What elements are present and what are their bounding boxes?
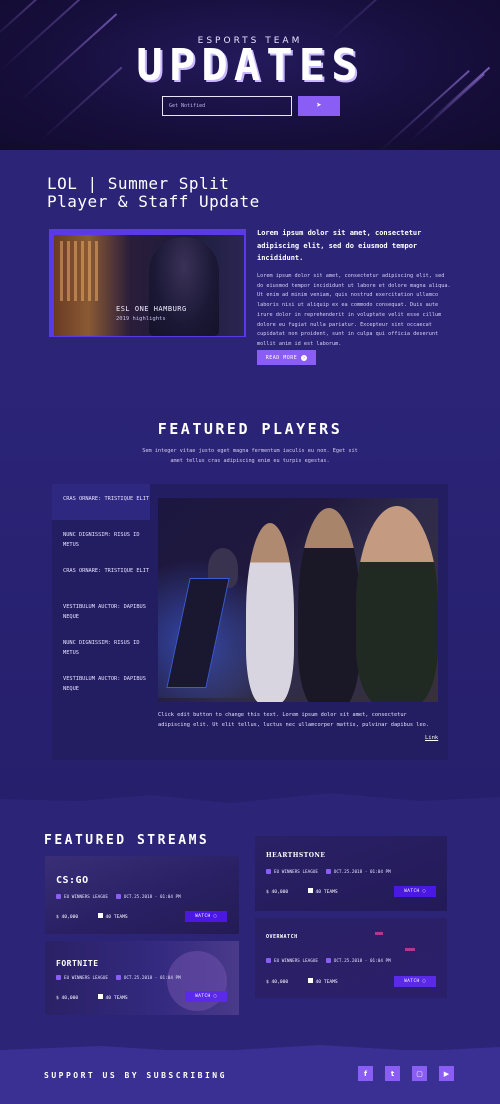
twitch-icon: ▢ bbox=[213, 994, 217, 999]
send-button[interactable]: ➤ bbox=[298, 96, 340, 116]
stream-stats: $ 40,000 40 TEAMS bbox=[266, 888, 338, 895]
hero-banner: ESPORTS TEAM UPDATES ➤ bbox=[0, 0, 500, 150]
news-lead: Lorem ipsum dolor sit amet, consectetur … bbox=[257, 229, 422, 262]
twitter-icon[interactable]: t bbox=[385, 1066, 400, 1081]
calendar-icon bbox=[115, 894, 121, 899]
footer-wave-divider bbox=[0, 1045, 500, 1056]
players-subtitle: Sem integer vitae justo eget magna ferme… bbox=[142, 448, 358, 464]
arrow-right-icon: › bbox=[301, 354, 308, 361]
news-image[interactable]: ESL ONE HAMBURG 2019 highlights bbox=[54, 235, 244, 336]
stream-meta: EU WINNERS LEAGUE OCT.25.2018 - 01:04 PM bbox=[56, 975, 181, 981]
player-tab[interactable]: NUNC DIGNISSIM: RISUS ID METUS bbox=[52, 628, 150, 664]
players-tab-list: CRAS ORNARE: TRISTIQUE ELIT NUNC DIGNISS… bbox=[52, 484, 150, 760]
twitch-icon: ▢ bbox=[422, 979, 426, 984]
trophy-icon bbox=[307, 978, 313, 983]
paper-plane-icon: ➤ bbox=[316, 101, 322, 111]
twitch-icon: ▢ bbox=[213, 914, 217, 919]
trophy-icon bbox=[56, 894, 61, 899]
calendar-icon bbox=[325, 958, 331, 963]
read-more-button[interactable]: READ MORE › bbox=[257, 350, 316, 365]
fortnite-logo: FORTNITE bbox=[56, 959, 99, 968]
trophy-icon bbox=[56, 975, 61, 980]
facebook-icon[interactable]: f bbox=[358, 1066, 373, 1081]
notify-input[interactable] bbox=[162, 96, 292, 116]
player-tab[interactable]: NUNC DIGNISSIM: RISUS ID METUS bbox=[52, 520, 150, 556]
player-tab[interactable]: CRAS ORNARE: TRISTIQUE ELIT bbox=[52, 484, 150, 520]
news-section: LOL | Summer Split Player & Staff Update… bbox=[0, 150, 500, 400]
notify-form: ➤ bbox=[162, 96, 340, 116]
player-tab[interactable]: CRAS ORNARE: TRISTIQUE ELIT bbox=[52, 556, 150, 592]
subscribe-footer: SUPPORT US BY SUBSCRIBING f t ▢ ▶ bbox=[0, 1045, 500, 1104]
player-tab[interactable]: VESTIBULUM AUCTOR: DAPIBUS NEQUE bbox=[52, 664, 150, 700]
trophy-icon bbox=[97, 994, 103, 999]
calendar-icon bbox=[115, 975, 121, 980]
players-photo bbox=[158, 498, 438, 702]
trophy-icon bbox=[266, 869, 271, 874]
news-body: Lorem ipsum dolor sit amet, consectetur … bbox=[257, 273, 451, 347]
overwatch-logo: OVERWATCH bbox=[266, 934, 298, 940]
stream-stats: $ 40,000 40 TEAMS bbox=[56, 913, 128, 920]
news-image-caption-title: ESL ONE HAMBURG bbox=[116, 305, 187, 313]
featured-streams-section: FEATURED STREAMS CS:GO EU WINNERS LEAGUE… bbox=[0, 793, 500, 1050]
section-wave-divider bbox=[0, 793, 500, 811]
calendar-icon bbox=[325, 869, 331, 874]
players-caption: Click edit button to change this text. L… bbox=[158, 712, 430, 728]
trophy-icon bbox=[97, 913, 103, 918]
twitch-icon[interactable]: ▢ bbox=[412, 1066, 427, 1081]
players-title: FEATURED PLAYERS bbox=[157, 420, 343, 438]
stream-card: OVERWATCH EU WINNERS LEAGUE OCT.25.2018 … bbox=[255, 918, 447, 998]
stream-card: FORTNITE EU WINNERS LEAGUE OCT.25.2018 -… bbox=[45, 941, 239, 1015]
stream-stats: $ 40,000 40 TEAMS bbox=[266, 978, 338, 985]
watch-button[interactable]: WATCH ▢ bbox=[394, 976, 436, 987]
stream-card: CS:GO EU WINNERS LEAGUE OCT.25.2018 - 01… bbox=[45, 856, 239, 934]
streams-title: FEATURED STREAMS bbox=[44, 833, 210, 848]
youtube-icon[interactable]: ▶ bbox=[439, 1066, 454, 1081]
footer-title: SUPPORT US BY SUBSCRIBING bbox=[44, 1071, 227, 1080]
watch-button[interactable]: WATCH ▢ bbox=[394, 886, 436, 897]
read-more-label: READ MORE bbox=[265, 354, 298, 361]
players-link[interactable]: Link bbox=[425, 735, 438, 741]
hearthstone-logo: HEARTHSTONE bbox=[266, 852, 326, 859]
stream-meta: EU WINNERS LEAGUE OCT.25.2018 - 01:04 PM bbox=[266, 958, 391, 964]
featured-players-section: FEATURED PLAYERS Sem integer vitae justo… bbox=[0, 400, 500, 805]
stream-meta: EU WINNERS LEAGUE OCT.25.2018 - 01:04 PM bbox=[266, 869, 391, 875]
news-image-caption-sub: 2019 highlights bbox=[116, 316, 166, 322]
stream-card: HEARTHSTONE EU WINNERS LEAGUE OCT.25.201… bbox=[255, 836, 447, 911]
news-title: LOL | Summer Split Player & Staff Update bbox=[47, 174, 260, 211]
trophy-icon bbox=[266, 958, 271, 963]
player-tab[interactable]: VESTIBULUM AUCTOR: DAPIBUS NEQUE bbox=[52, 592, 150, 628]
trophy-icon bbox=[307, 888, 313, 893]
stream-meta: EU WINNERS LEAGUE OCT.25.2018 - 01:04 PM bbox=[56, 894, 181, 900]
hero-title: UPDATES bbox=[136, 40, 364, 91]
stream-stats: $ 40,000 40 TEAMS bbox=[56, 994, 128, 1001]
csgo-logo: CS:GO bbox=[56, 875, 89, 886]
watch-button[interactable]: WATCH ▢ bbox=[185, 991, 227, 1002]
watch-button[interactable]: WATCH ▢ bbox=[185, 911, 227, 922]
twitch-icon: ▢ bbox=[422, 889, 426, 894]
